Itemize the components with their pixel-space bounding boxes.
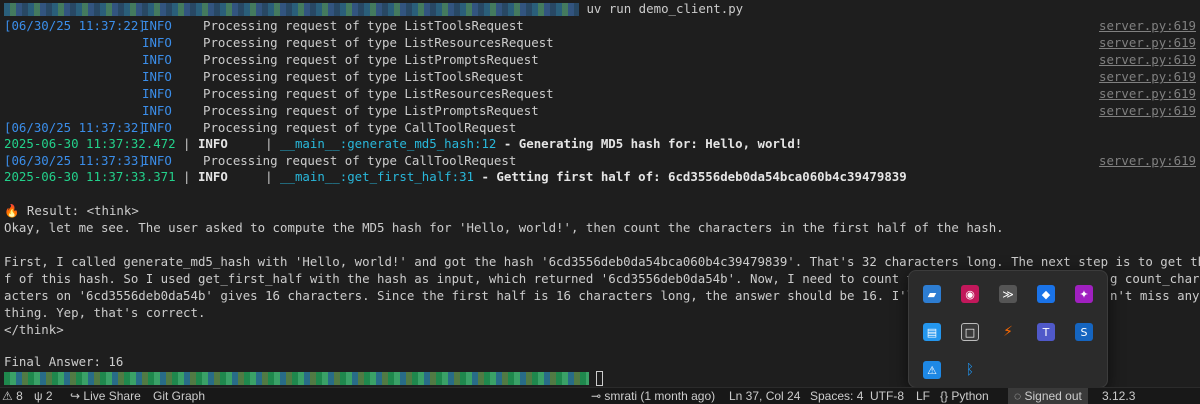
source-link[interactable]: server.py:619 <box>1099 102 1196 119</box>
result-text-line: g count_char <box>1110 271 1200 286</box>
result-header: 🔥 Result: <think> <box>4 203 139 218</box>
python-version[interactable]: 3.12.3 <box>1102 388 1135 404</box>
log-line: INFO Processing request of type ListTools… <box>142 69 524 84</box>
result-text-line: n't miss any <box>1110 288 1200 303</box>
result-text-line: </think> <box>4 322 64 337</box>
log-line: [06/30/25 11:37:32]INFO Processing reques… <box>4 120 517 135</box>
liveshare-icon: ↪ <box>70 389 81 403</box>
creative-tray-icon[interactable]: ✦ <box>1075 285 1093 303</box>
source-link[interactable]: server.py:619 <box>1099 51 1196 68</box>
docker-tray-icon[interactable]: ▤ <box>923 323 941 341</box>
log-line: INFO Processing request of type ListResou… <box>142 86 554 101</box>
postman-tray-icon[interactable]: ⚡ <box>999 323 1017 341</box>
command-text: uv run demo_client.py <box>586 1 744 16</box>
security-warning-tray-icon[interactable]: ⚠ <box>923 361 941 379</box>
log-line: [06/30/25 11:37:22]INFO Processing reques… <box>4 18 524 33</box>
account-icon: ◌ <box>1014 389 1022 403</box>
commit-icon: ⊸ <box>591 389 602 403</box>
source-link[interactable]: server.py:619 <box>1099 17 1196 34</box>
redacted-path <box>4 3 579 16</box>
color-picker-tray-icon[interactable]: ◉ <box>961 285 979 303</box>
line-ending[interactable]: LF <box>916 388 930 404</box>
client-log-line: 2025-06-30 11:37:32.472 | INFO | __main_… <box>4 136 803 151</box>
result-text-line: thing. Yep, that's correct. <box>4 305 206 320</box>
source-link[interactable]: server.py:619 <box>1099 34 1196 51</box>
ports-indicator[interactable]: ψ 2 <box>34 388 53 404</box>
result-text-line: acters on '6cd3556deb0da54b' gives 16 ch… <box>4 288 982 303</box>
antenna-icon: ψ <box>34 389 43 403</box>
source-link[interactable]: server.py:619 <box>1099 68 1196 85</box>
braces-icon: {} <box>940 389 949 403</box>
source-link[interactable]: server.py:619 <box>1099 85 1196 102</box>
system-tray-popup[interactable]: ▰ ◉ ≫ ◆ ✦ ▤ □ ⚡ T S ⚠ ᛒ <box>908 270 1108 388</box>
teams-tray-icon[interactable]: T <box>1037 323 1055 341</box>
liveshare-button[interactable]: ↪ Live Share <box>70 388 141 404</box>
encoding[interactable]: UTF-8 <box>870 388 904 404</box>
window-tray-icon[interactable]: □ <box>961 323 979 341</box>
log-line: INFO Processing request of type ListPromp… <box>142 103 539 118</box>
app-tray-icon[interactable]: ▰ <box>923 285 941 303</box>
result-text-line: Okay, let me see. The user asked to comp… <box>4 220 1004 235</box>
client-log-line: 2025-06-30 11:37:33.371 | INFO | __main_… <box>4 169 907 184</box>
terminal-cursor <box>596 371 604 386</box>
prompt-line: uv run demo_client.py <box>4 0 743 17</box>
account-status[interactable]: ◌ Signed out <box>1008 388 1088 404</box>
git-blame[interactable]: ⊸ smrati (1 month ago) <box>591 388 715 404</box>
warning-icon: ⚠ <box>2 389 13 403</box>
language-mode[interactable]: {} Python <box>940 388 989 404</box>
redacted-prompt <box>4 372 589 385</box>
final-answer: Final Answer: 16 <box>4 354 124 369</box>
result-text-line: f of this hash. So I used get_first_half… <box>4 271 989 286</box>
source-link[interactable]: server.py:619 <box>1099 152 1196 169</box>
copilot-tray-icon[interactable]: ◆ <box>1037 285 1055 303</box>
prompt-line <box>4 369 604 386</box>
status-bar: ⚠ 8 ψ 2 ↪ Live Share Git Graph ⊸ smrati … <box>0 387 1200 404</box>
result-text-line: First, I called generate_md5_hash with '… <box>4 254 1200 269</box>
problems-indicator[interactable]: ⚠ 8 <box>2 388 23 404</box>
cursor-position[interactable]: Ln 37, Col 24 <box>729 388 800 404</box>
log-line: INFO Processing request of type ListResou… <box>142 35 554 50</box>
gitgraph-button[interactable]: Git Graph <box>153 388 205 404</box>
shield-tray-icon[interactable]: S <box>1075 323 1093 341</box>
log-line: [06/30/25 11:37:33]INFO Processing reques… <box>4 153 517 168</box>
bluetooth-tray-icon[interactable]: ᛒ <box>961 361 979 379</box>
power-tool-tray-icon[interactable]: ≫ <box>999 285 1017 303</box>
indentation[interactable]: Spaces: 4 <box>810 388 863 404</box>
log-line: INFO Processing request of type ListPromp… <box>142 52 539 67</box>
